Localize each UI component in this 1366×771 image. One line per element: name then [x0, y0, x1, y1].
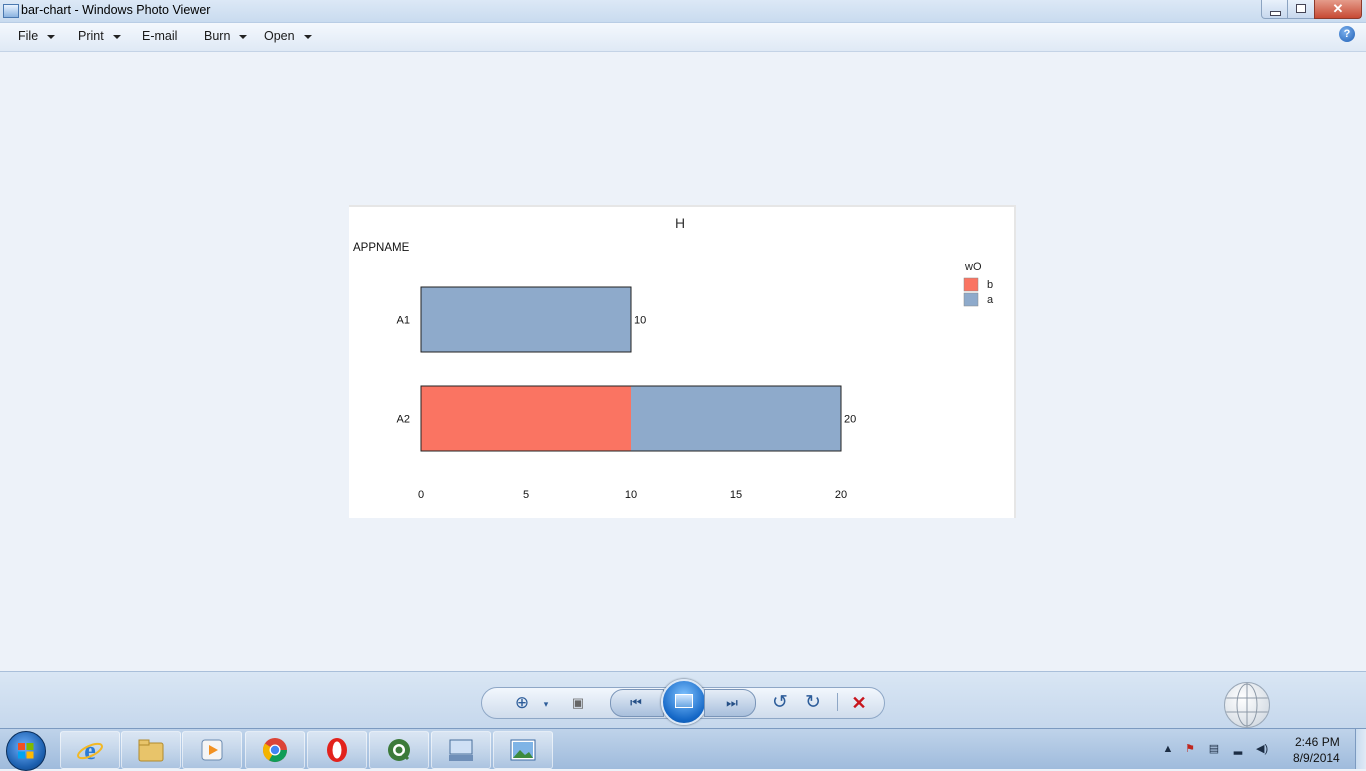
menu-burn[interactable]: Burn [204, 29, 248, 43]
menu-open[interactable]: Open [264, 29, 312, 43]
chevron-down-icon [303, 34, 312, 39]
category-label-A1: A1 [397, 315, 410, 327]
photo-viewer-icon [510, 739, 536, 761]
menu-open-label: Open [264, 29, 295, 43]
taskbar-keyboard-app[interactable] [431, 731, 491, 769]
bar-a-A1 [421, 287, 631, 352]
menu-email[interactable]: E-mail [142, 29, 177, 43]
menu-bar: File Print E-mail Burn Open [0, 23, 1366, 52]
close-icon: ✕ [1332, 1, 1344, 16]
keyboard-icon [449, 739, 473, 761]
menu-email-label: E-mail [142, 29, 178, 43]
taskbar-photo-viewer[interactable] [493, 731, 553, 769]
clock-date[interactable]: 8/9/2014 [1293, 751, 1340, 765]
delete-icon[interactable]: ✕ [844, 688, 874, 718]
folder-icon [138, 739, 164, 762]
taskbar: e ▲ ⚑ ▤ ▂ ◀) 2:46 PM 8/9/2014 [0, 728, 1366, 771]
chart-title: H [675, 215, 685, 231]
chevron-down-icon [239, 34, 248, 39]
media-player-icon [201, 739, 223, 761]
category-label-A2: A2 [397, 414, 410, 426]
x-tick-label-15: 15 [730, 489, 742, 501]
device-icon[interactable]: ▤ [1208, 743, 1220, 755]
menu-file-label: File [18, 29, 39, 43]
photo-viewer-app-icon[interactable] [3, 4, 19, 18]
restore-icon [1296, 4, 1306, 13]
qlikview-icon [388, 739, 410, 761]
chrome-icon [263, 738, 287, 763]
previous-button[interactable]: ⏮ [610, 689, 664, 717]
legend-swatch-b [963, 277, 979, 292]
minimize-icon [1270, 11, 1281, 16]
internet-explorer-icon: e [77, 737, 103, 763]
total-label-A1: 10 [634, 315, 646, 327]
svg-text:e: e [84, 737, 96, 763]
slideshow-icon [675, 694, 693, 708]
x-tick-label-5: 5 [523, 489, 529, 501]
total-label-A2: 20 [844, 414, 856, 426]
legend-swatch-a [963, 292, 979, 307]
action-center-icon[interactable]: ⚑ [1184, 743, 1196, 755]
taskbar-file-explorer[interactable] [121, 731, 181, 769]
menu-print-label: Print [78, 29, 104, 43]
next-icon: ⏭ [726, 695, 738, 710]
menu-burn-label: Burn [204, 29, 231, 43]
displayed-image: H APPNAME A1 10 A2 20 0 5 10 15 20 wO b a [349, 205, 1016, 518]
menu-file[interactable]: File [18, 29, 56, 43]
x-tick-label-10: 10 [625, 489, 637, 501]
slideshow-button[interactable] [661, 679, 707, 725]
volume-icon[interactable]: ◀) [1256, 743, 1268, 755]
zoom-dropdown-icon[interactable]: ▾ [531, 688, 561, 718]
taskbar-internet-explorer[interactable]: e [60, 731, 120, 769]
rotate-ccw-icon[interactable]: ↺ [765, 688, 795, 718]
show-desktop-button[interactable] [1355, 729, 1366, 769]
opera-icon [327, 738, 347, 762]
close-button[interactable]: ✕ [1314, 0, 1362, 19]
taskbar-chrome[interactable] [245, 731, 305, 769]
previous-icon: ⏮ [630, 695, 642, 710]
playback-controls-bar: ⊕ ▾ ▣ ⏮ ⏭ ↺ ↻ ✕ [0, 671, 1366, 730]
rotate-cw-icon[interactable]: ↻ [798, 688, 828, 718]
chevron-down-icon [112, 34, 121, 39]
network-icon[interactable]: ▂ [1232, 743, 1244, 755]
x-tick-label-0: 0 [418, 489, 424, 501]
bar-chart: H APPNAME A1 10 A2 20 0 5 10 15 20 wO ba [353, 215, 994, 501]
windows-logo-icon [18, 743, 34, 759]
taskbar-qlikview[interactable] [369, 731, 429, 769]
category-axis-label: APPNAME [353, 242, 410, 254]
clock-time[interactable]: 2:46 PM [1295, 735, 1340, 749]
restore-button[interactable] [1287, 0, 1315, 19]
show-hidden-icon[interactable]: ▲ [1162, 743, 1174, 755]
bar-a-A2 [631, 386, 841, 451]
globe-grid [1225, 683, 1269, 727]
next-button[interactable]: ⏭ [704, 689, 756, 717]
help-icon[interactable]: ? [1339, 26, 1355, 42]
menu-print[interactable]: Print [78, 29, 121, 43]
taskbar-media-player[interactable] [182, 731, 242, 769]
globe-icon[interactable] [1224, 682, 1270, 728]
x-tick-label-20: 20 [835, 489, 847, 501]
legend-label-a: a [987, 294, 994, 306]
taskbar-opera[interactable] [307, 731, 367, 769]
start-button[interactable] [6, 731, 46, 771]
actual-size-icon[interactable]: ▣ [563, 688, 593, 718]
chevron-down-icon [47, 34, 56, 39]
separator [837, 693, 838, 711]
legend-label-b: b [987, 279, 993, 291]
legend-title: wO [964, 261, 982, 273]
bar-b-A2 [421, 386, 631, 451]
title-bar: bar-chart - Windows Photo Viewer ✕ [0, 0, 1366, 23]
window-title: bar-chart - Windows Photo Viewer [21, 3, 211, 17]
minimize-button[interactable] [1261, 0, 1288, 19]
